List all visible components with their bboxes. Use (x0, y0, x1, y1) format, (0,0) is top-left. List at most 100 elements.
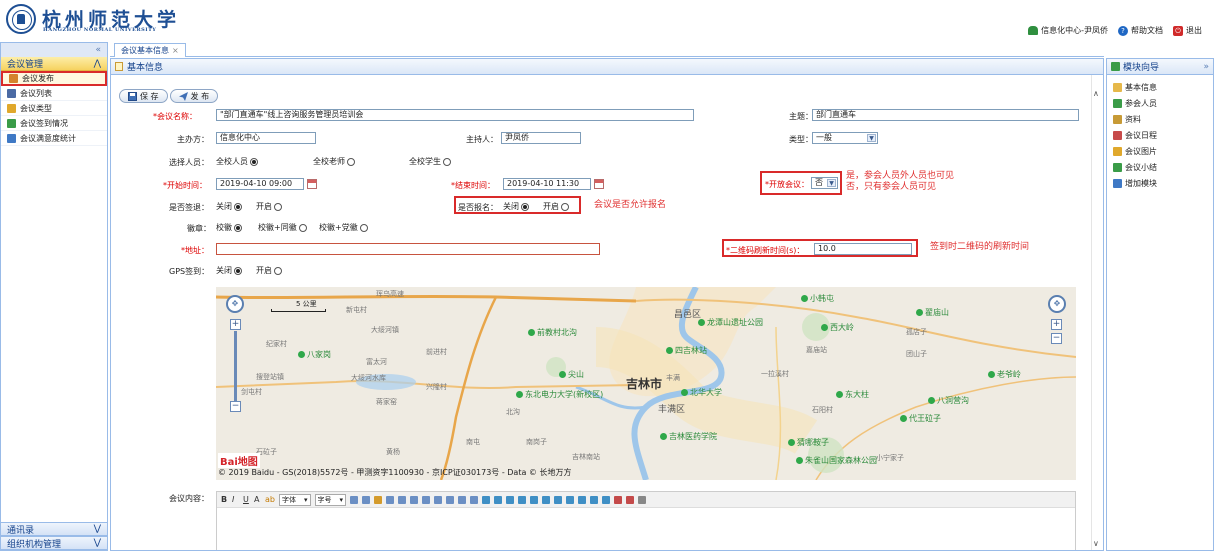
outdent-icon[interactable] (458, 495, 467, 504)
type-select[interactable]: 一般 ▼ (812, 132, 878, 144)
subject-input[interactable]: 部门直通车 (812, 109, 1079, 121)
module-summary[interactable]: 会议小结 (1107, 159, 1213, 175)
qr-refresh-input[interactable]: 10.0 (814, 243, 912, 255)
align-center-icon[interactable] (410, 495, 419, 504)
badge-option-school[interactable]: 校徽 (216, 222, 242, 233)
organizer-input[interactable]: 信息化中心 (216, 132, 316, 144)
table-insert-icon[interactable] (530, 495, 539, 504)
section-meeting-management[interactable]: 会议管理 ⋀ (1, 57, 107, 71)
module-add[interactable]: 增加模块 (1107, 175, 1213, 191)
module-materials[interactable]: 资料 (1107, 111, 1213, 127)
align-justify-icon[interactable] (434, 495, 443, 504)
ordered-list-icon[interactable] (362, 495, 371, 504)
gps-label: GPS签到： (169, 267, 210, 276)
signout-option-off[interactable]: 关闭 (216, 201, 242, 212)
bar-chart-icon (7, 118, 16, 128)
host-input[interactable]: 尹凤侨 (501, 132, 581, 144)
scroll-down-icon[interactable]: ∨ (1093, 539, 1099, 548)
unordered-list-icon[interactable] (350, 495, 359, 504)
image-icon[interactable] (374, 495, 383, 504)
map-zoom-out-button[interactable]: − (230, 401, 241, 412)
remove-icon[interactable] (626, 495, 635, 504)
font-family-select[interactable]: 字体 ▾ (278, 493, 311, 506)
chevron-down-icon: ▼ (827, 179, 836, 187)
chevron-right-icon[interactable]: » (1203, 62, 1209, 72)
scroll-up-icon[interactable]: ∧ (1093, 89, 1099, 98)
source-code-icon[interactable] (638, 495, 647, 504)
sidebar-item-signin-status[interactable]: 会议签到情况 (1, 116, 107, 131)
module-basic-info[interactable]: 基本信息 (1107, 79, 1213, 95)
map-zoom-slider[interactable] (234, 331, 237, 401)
underline-button[interactable]: U (243, 495, 250, 505)
table-merge-icon[interactable] (566, 495, 575, 504)
tab-meeting-basic-info[interactable]: 会议基本信息 × (114, 43, 186, 57)
map-pan-control-right-icon[interactable]: ✥ (1048, 295, 1066, 313)
user-link[interactable]: 信息化中心-尹凤侨 (1028, 25, 1108, 36)
map-zoom-in-right-button[interactable]: + (1051, 319, 1062, 330)
people-option-students[interactable]: 全校学生 (409, 156, 451, 167)
horizontal-rule-icon[interactable] (518, 495, 527, 504)
table-row-icon[interactable] (542, 495, 551, 504)
panel-scrollbar[interactable]: ∧ ∨ (1091, 75, 1103, 550)
section-address-book[interactable]: 通讯录 ⋁ (1, 522, 107, 536)
sidebar-item-meeting-type[interactable]: 会议类型 (1, 101, 107, 116)
address-input[interactable] (216, 243, 600, 255)
map-pan-control-icon[interactable]: ✥ (226, 295, 244, 313)
start-time-input[interactable]: 2019-04-10 09:00 (216, 178, 304, 190)
content-editor[interactable]: B I U A ab 字体 ▾ 字号 ▾ (216, 491, 1076, 550)
line-height-icon[interactable] (470, 495, 479, 504)
align-left-icon[interactable] (398, 495, 407, 504)
badge-option-school-union[interactable]: 校徽+同徽 (258, 222, 307, 233)
module-schedule[interactable]: 会议日程 (1107, 127, 1213, 143)
calendar-icon[interactable] (594, 179, 604, 189)
people-option-teachers[interactable]: 全校老师 (313, 156, 355, 167)
table-col-icon[interactable] (554, 495, 563, 504)
map-zoom-in-button[interactable]: + (230, 319, 241, 330)
end-time-input[interactable]: 2019-04-10 11:30 (503, 178, 591, 190)
location-map[interactable]: ✥ + − ✥ + − 5 公里 吉林市 昌邑区 丰满区 小韩屯 龙潭山遗址公园… (216, 287, 1076, 480)
type-select-value: 一般 (816, 133, 832, 142)
sidebar-item-satisfaction[interactable]: 会议满意度统计 (1, 131, 107, 146)
module-photos[interactable]: 会议图片 (1107, 143, 1213, 159)
italic-button[interactable]: I (232, 495, 239, 505)
highlight-button[interactable]: ab (265, 495, 275, 505)
map-zoom-out-right-button[interactable]: − (1051, 333, 1062, 344)
close-icon[interactable]: × (172, 46, 179, 55)
badge-option-school-party[interactable]: 校徽+党徽 (319, 222, 368, 233)
font-size-select[interactable]: 字号 ▾ (314, 493, 347, 506)
gps-option-on[interactable]: 开启 (256, 265, 282, 276)
table-delete-icon[interactable] (590, 495, 599, 504)
sidebar-collapse-button[interactable]: « (1, 43, 107, 57)
calendar-icon[interactable] (307, 179, 317, 189)
signout-option-on[interactable]: 开启 (256, 201, 282, 212)
save-icon (128, 91, 137, 101)
cell-props-icon[interactable] (602, 495, 611, 504)
module-participants[interactable]: 参会人员 (1107, 95, 1213, 111)
signup-option-on[interactable]: 开启 (543, 201, 569, 212)
people-option-all[interactable]: 全校人员 (216, 156, 258, 167)
publish-button[interactable]: 发 布 (169, 89, 219, 103)
tab-label: 会议基本信息 (121, 46, 169, 55)
sidebar-item-meeting-publish[interactable]: 会议发布 (1, 71, 107, 86)
font-color-button[interactable]: A (254, 495, 261, 505)
table-split-icon[interactable] (578, 495, 587, 504)
map-label: 大绥河镇 (371, 326, 399, 334)
open-meeting-select[interactable]: 否 ▼ (811, 177, 838, 189)
module-guide-header[interactable]: 模块向导 » (1107, 59, 1213, 75)
exit-link[interactable]: ⏻ 退出 (1173, 25, 1202, 36)
section-org-management[interactable]: 组织机构管理 ⋁ (1, 536, 107, 550)
signup-option-off[interactable]: 关闭 (503, 201, 529, 212)
clear-format-icon[interactable] (614, 495, 623, 504)
indent-icon[interactable] (446, 495, 455, 504)
unlink-icon[interactable] (494, 495, 503, 504)
bold-button[interactable]: B (221, 495, 228, 505)
sidebar-item-meeting-list[interactable]: 会议列表 (1, 86, 107, 101)
meeting-name-input[interactable]: "部门直通车"线上咨询服务管理员培训会 (216, 109, 694, 121)
gps-option-off[interactable]: 关闭 (216, 265, 242, 276)
link-icon[interactable] (482, 495, 491, 504)
help-link[interactable]: ? 帮助文档 (1118, 25, 1163, 36)
save-button[interactable]: 保 存 (119, 89, 168, 103)
table-icon[interactable] (386, 495, 395, 504)
align-right-icon[interactable] (422, 495, 431, 504)
anchor-icon[interactable] (506, 495, 515, 504)
